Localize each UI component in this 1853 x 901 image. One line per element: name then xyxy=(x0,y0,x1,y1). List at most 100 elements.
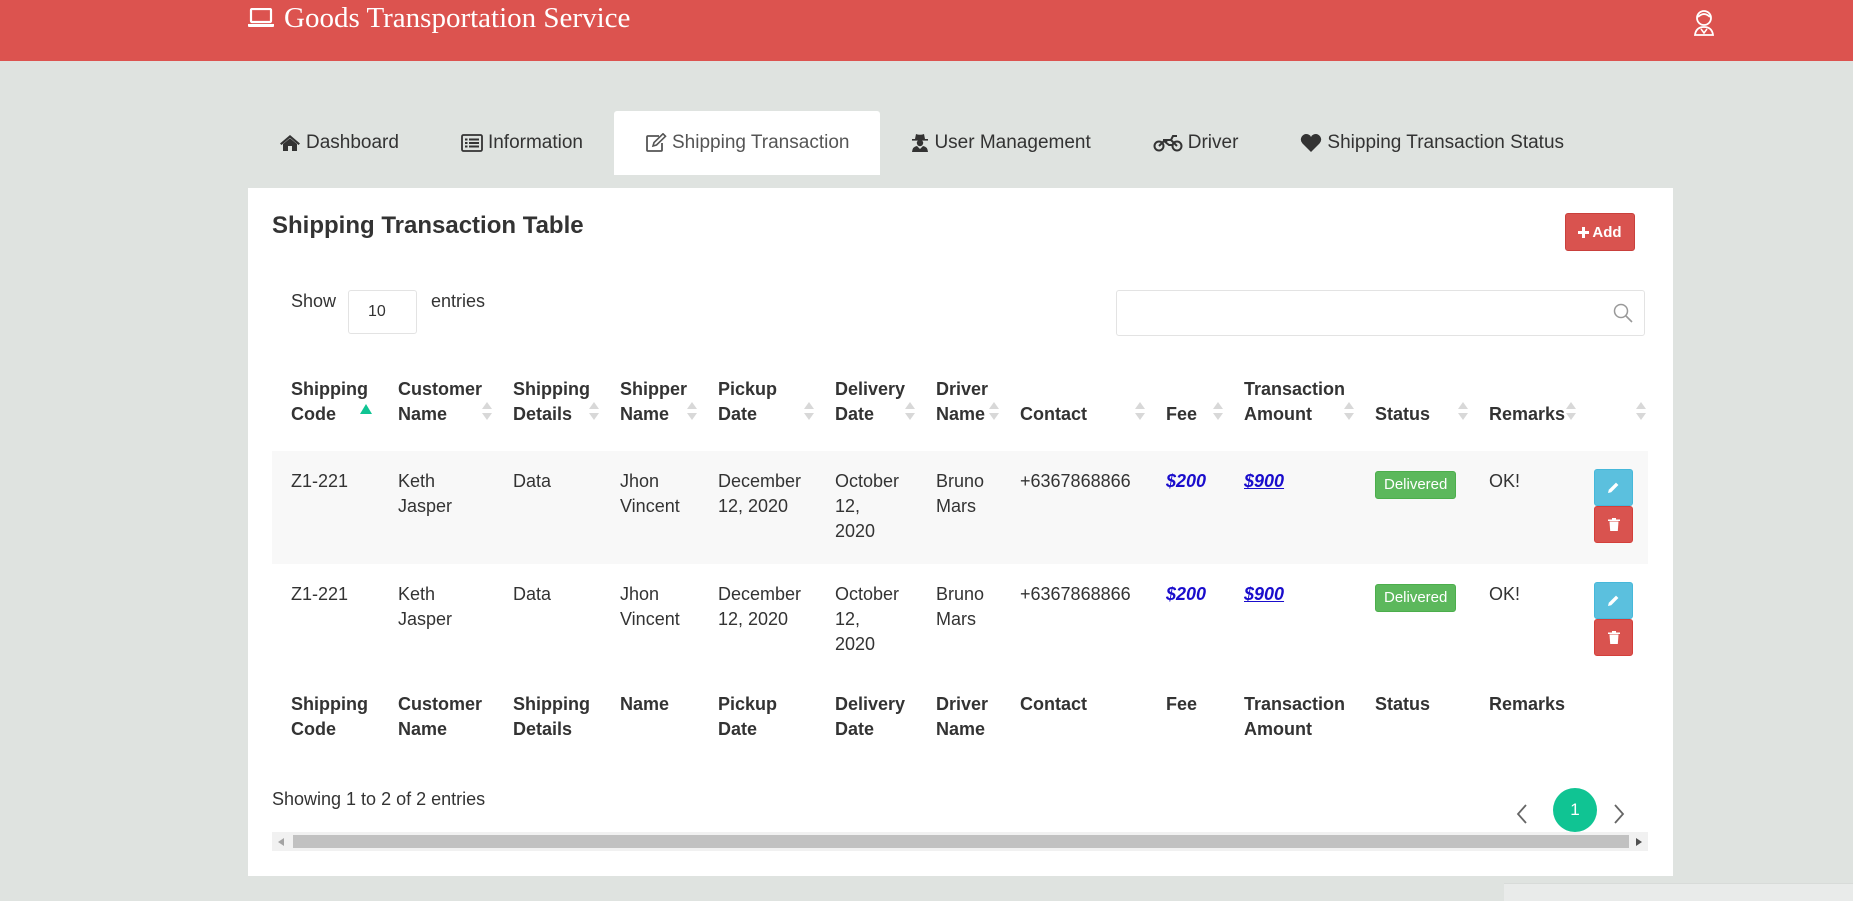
amount-link[interactable]: $900 xyxy=(1244,584,1284,604)
cell-status: Delivered xyxy=(1356,564,1470,677)
header-line: Contact xyxy=(1020,404,1087,424)
entries-per-page-select[interactable]: 10 xyxy=(348,290,417,334)
cell-shipping-code: Z1-221 xyxy=(272,451,379,564)
footer-shipping-code: Shipping Code xyxy=(272,677,379,752)
footer-line: Amount xyxy=(1244,719,1312,739)
col-header-pickup-date[interactable]: Pickup Date xyxy=(699,366,816,451)
col-header-status[interactable]: Status xyxy=(1356,366,1470,451)
home-icon xyxy=(280,135,300,151)
fee-link[interactable]: $200 xyxy=(1166,584,1206,604)
app-brand[interactable]: Goods Transportation Service xyxy=(248,0,630,36)
tab-label: Dashboard xyxy=(306,132,399,153)
tab-label: Shipping Transaction Status xyxy=(1327,132,1565,153)
pagination-prev-icon[interactable] xyxy=(1512,801,1532,827)
footer-line: Contact xyxy=(1020,694,1087,714)
arrow-right-icon xyxy=(1636,837,1642,846)
footer-shipping-details: Shipping Details xyxy=(494,677,601,752)
scrollbar-thumb[interactable] xyxy=(293,835,1629,848)
amount-link[interactable]: $900 xyxy=(1244,471,1284,491)
col-header-fee[interactable]: Fee xyxy=(1147,366,1225,451)
footer-line: Name xyxy=(620,694,670,714)
user-avatar-icon[interactable] xyxy=(1692,8,1716,36)
trash-icon xyxy=(1607,631,1620,644)
footer-line: Details xyxy=(513,719,573,739)
edit-button[interactable] xyxy=(1594,469,1633,506)
fee-link[interactable]: $200 xyxy=(1166,471,1206,491)
table-header-row: Shipping Code Customer Name Shipping Detail… xyxy=(272,366,1648,451)
header-line: Name xyxy=(620,404,670,424)
cell-contact: +6367868866 xyxy=(1001,451,1147,564)
cell-transaction-amount: $900 xyxy=(1225,564,1356,677)
header-line: Amount xyxy=(1244,404,1312,424)
cell-shipping-code: Z1-221 xyxy=(291,584,349,604)
scroll-left-arrow[interactable] xyxy=(272,832,290,851)
col-header-delivery-date[interactable]: Delivery Date xyxy=(816,366,917,451)
sort-icon xyxy=(989,402,999,420)
col-header-remarks[interactable]: Remarks xyxy=(1470,366,1578,451)
col-header-contact[interactable]: Contact xyxy=(1001,366,1147,451)
col-header-actions[interactable] xyxy=(1578,366,1648,451)
scroll-right-arrow[interactable] xyxy=(1630,832,1648,851)
tab-shipping-transaction[interactable]: Shipping Transaction xyxy=(614,111,881,175)
tab-label: User Management xyxy=(934,132,1091,153)
col-header-driver-name[interactable]: Driver Name xyxy=(917,366,1001,451)
header-line: Delivery xyxy=(835,379,906,399)
col-header-shipping-code[interactable]: Shipping Code xyxy=(272,366,379,451)
col-header-transaction-amount[interactable]: Transaction Amount xyxy=(1225,366,1356,451)
show-label: Show xyxy=(291,291,337,311)
pencil-icon xyxy=(1608,595,1619,606)
cell-actions xyxy=(1578,564,1648,677)
footer-line: Transaction xyxy=(1244,694,1346,714)
add-transaction-button[interactable]: Add xyxy=(1565,213,1635,251)
entries-label: entries xyxy=(431,291,486,311)
tab-user-management[interactable]: User Management xyxy=(880,111,1121,175)
footer-delivery-date: Delivery Date xyxy=(816,677,917,752)
footer-status: Status xyxy=(1356,677,1470,752)
col-header-customer-name[interactable]: Customer Name xyxy=(379,366,494,451)
search-input[interactable] xyxy=(1116,290,1645,336)
footer-contact: Contact xyxy=(1001,677,1147,752)
tab-information[interactable]: Information xyxy=(430,111,614,175)
footer-line: Date xyxy=(835,719,875,739)
pagination-page-current[interactable]: 1 xyxy=(1553,788,1597,832)
cell-delivery-date: October 12, 2020 xyxy=(816,451,917,564)
app-title: Goods Transportation Service xyxy=(284,1,631,34)
table-info: Showing 1 to 2 of 2 entries xyxy=(272,789,486,809)
sort-icon xyxy=(482,402,492,420)
header-line: Pickup xyxy=(718,379,778,399)
edit-icon xyxy=(646,133,667,152)
pagination-next-icon[interactable] xyxy=(1609,801,1629,827)
main-tabs: Dashboard Information Shipping Transacti… xyxy=(248,111,1595,175)
cell-delivery-date: October 12, 2020 xyxy=(835,584,900,654)
header-line: Code xyxy=(291,404,336,424)
trash-icon xyxy=(1607,518,1620,531)
shipping-transaction-table: Shipping Code Customer Name Shipping Detail… xyxy=(272,366,1648,752)
table-footer-row: Shipping Code Customer Name Shipping Detail… xyxy=(272,677,1648,752)
footer-pickup-date: Pickup Date xyxy=(699,677,816,752)
bottom-corner-strip xyxy=(1504,883,1853,901)
cell-shipping-details: Data xyxy=(513,584,552,604)
header-line: Details xyxy=(513,404,573,424)
cell-remarks: OK! xyxy=(1489,584,1521,604)
col-header-shipper-name[interactable]: Shipper Name xyxy=(601,366,699,451)
shipping-transaction-panel: Shipping Transaction Table Add Show 10 e… xyxy=(248,188,1673,876)
tab-driver[interactable]: Driver xyxy=(1122,111,1270,175)
edit-button[interactable] xyxy=(1594,582,1633,619)
tab-dashboard[interactable]: Dashboard xyxy=(248,111,430,175)
footer-line: Driver xyxy=(936,694,989,714)
header-line: Driver xyxy=(936,379,989,399)
delete-button[interactable] xyxy=(1594,506,1633,543)
horizontal-scrollbar[interactable] xyxy=(272,832,1648,851)
header-line: Status xyxy=(1375,404,1431,424)
cell-pickup-date: December 12, 2020 xyxy=(699,451,816,564)
sort-icon xyxy=(1636,402,1646,420)
footer-line: Shipping xyxy=(291,694,368,714)
sort-icon xyxy=(804,402,814,420)
footer-line: Fee xyxy=(1166,694,1198,714)
footer-transaction-amount: Transaction Amount xyxy=(1225,677,1356,752)
header-line: Fee xyxy=(1166,404,1198,424)
col-header-shipping-details[interactable]: Shipping Details xyxy=(494,366,601,451)
footer-line: Status xyxy=(1375,694,1431,714)
tab-shipping-transaction-status[interactable]: Shipping Transaction Status xyxy=(1269,111,1595,175)
delete-button[interactable] xyxy=(1594,619,1633,656)
